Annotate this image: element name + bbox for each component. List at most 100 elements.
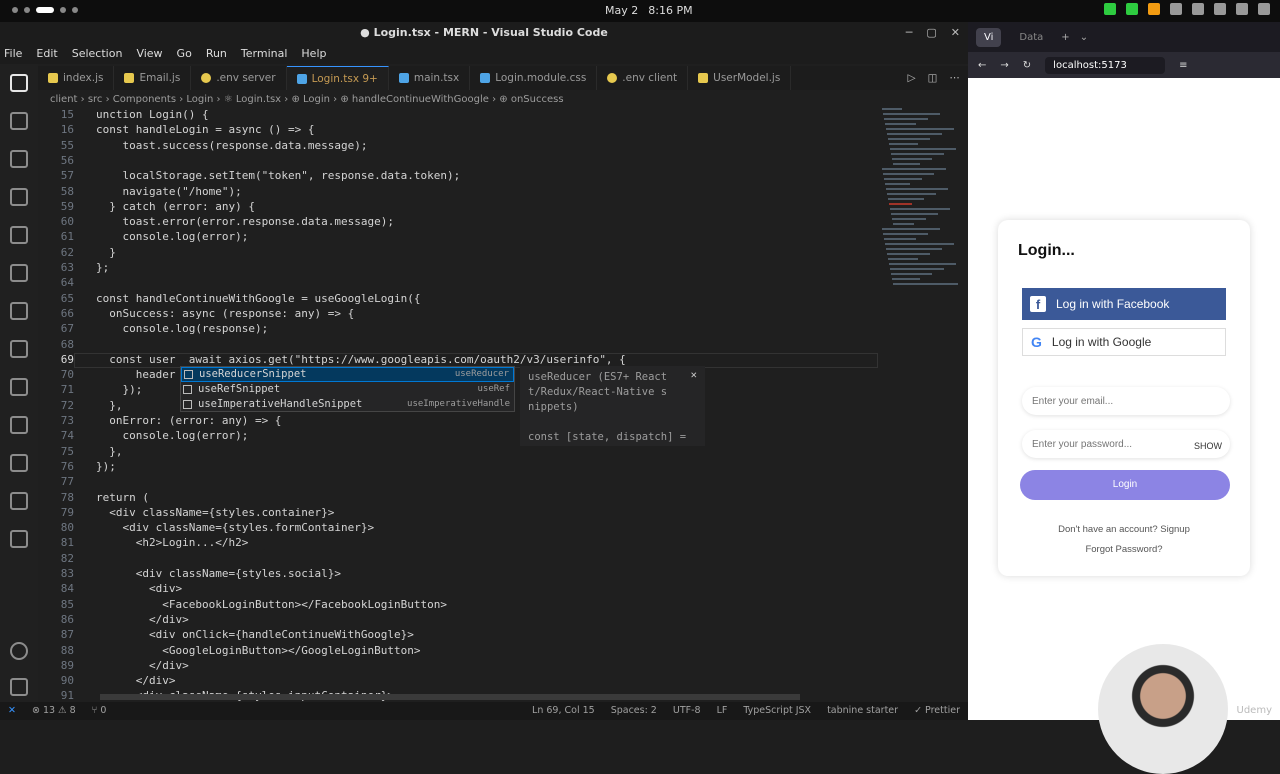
play-icon[interactable] bbox=[10, 492, 28, 510]
split-editor-icon[interactable]: ◫ bbox=[928, 72, 938, 84]
code-line[interactable]: <div> bbox=[96, 582, 182, 595]
minimize-icon[interactable]: ─ bbox=[906, 22, 913, 44]
menu-item[interactable]: Terminal bbox=[241, 44, 288, 64]
line-number[interactable]: 74 bbox=[38, 429, 74, 442]
line-number[interactable]: 69 bbox=[38, 353, 74, 366]
line-number[interactable]: 85 bbox=[38, 598, 74, 611]
line-number[interactable]: 84 bbox=[38, 582, 74, 595]
line-number[interactable]: 67 bbox=[38, 322, 74, 335]
tray-icon[interactable] bbox=[1148, 3, 1160, 15]
code-line[interactable]: } catch (error: any) { bbox=[96, 200, 255, 213]
account-icon[interactable] bbox=[10, 642, 28, 660]
tray-icon[interactable] bbox=[1104, 3, 1116, 15]
remote-indicator[interactable]: ✕ bbox=[0, 702, 24, 720]
code-line[interactable]: <div className={styles.social}> bbox=[96, 567, 341, 580]
line-number[interactable]: 82 bbox=[38, 552, 74, 565]
code-line[interactable]: toast.error(error.response.data.message)… bbox=[96, 215, 394, 228]
line-number[interactable]: 66 bbox=[38, 307, 74, 320]
code-line[interactable]: }; bbox=[96, 261, 109, 274]
line-number[interactable]: 81 bbox=[38, 536, 74, 549]
code-line[interactable]: onError: (error: any) => { bbox=[96, 414, 281, 427]
line-number[interactable]: 76 bbox=[38, 460, 74, 473]
code-line[interactable]: </div> bbox=[96, 659, 189, 672]
line-endings[interactable]: LF bbox=[709, 702, 736, 720]
line-number[interactable]: 63 bbox=[38, 261, 74, 274]
code-line[interactable]: const handleContinueWithGoogle = useGoog… bbox=[96, 292, 421, 305]
prettier-status[interactable]: ✓ Prettier bbox=[906, 702, 968, 720]
cursor-position[interactable]: Ln 69, Col 15 bbox=[524, 702, 603, 720]
network-icon[interactable] bbox=[1170, 3, 1182, 15]
clock[interactable]: May 2 8:16 PM bbox=[605, 4, 693, 17]
code-line[interactable]: header bbox=[96, 368, 176, 381]
ports-count[interactable]: ⑂ 0 bbox=[84, 702, 115, 720]
url-bar[interactable]: localhost:5173 bbox=[1045, 56, 1166, 74]
terminal-icon[interactable] bbox=[10, 530, 28, 548]
menu-item[interactable]: File bbox=[4, 44, 22, 64]
line-number[interactable]: 73 bbox=[38, 414, 74, 427]
line-number[interactable]: 77 bbox=[38, 475, 74, 488]
show-password-toggle[interactable]: SHOW bbox=[1194, 441, 1222, 451]
indentation[interactable]: Spaces: 2 bbox=[603, 702, 665, 720]
code-line[interactable]: <div className={styles.formContainer}> bbox=[96, 521, 374, 534]
facebook-login-button[interactable]: f Log in with Facebook bbox=[1022, 288, 1226, 320]
menu-item[interactable]: Selection bbox=[72, 44, 123, 64]
editor-tab[interactable]: Login.module.css bbox=[470, 66, 598, 90]
code-line[interactable]: return ( bbox=[96, 491, 149, 504]
code-line[interactable]: <FacebookLoginButton></FacebookLoginButt… bbox=[96, 598, 447, 611]
code-line[interactable]: } bbox=[96, 246, 116, 259]
line-number[interactable]: 90 bbox=[38, 674, 74, 687]
code-line[interactable]: </div> bbox=[96, 674, 176, 687]
line-number[interactable]: 71 bbox=[38, 383, 74, 396]
code-line[interactable]: </div> bbox=[96, 613, 189, 626]
line-number[interactable]: 79 bbox=[38, 506, 74, 519]
browser-tab[interactable]: Vi bbox=[976, 27, 1002, 47]
line-number[interactable]: 78 bbox=[38, 491, 74, 504]
reload-icon[interactable]: ↻ bbox=[1023, 60, 1031, 71]
code-line[interactable]: <div onClick={handleContinueWithGoogle}> bbox=[96, 628, 414, 641]
editor-tab[interactable]: .env client bbox=[597, 66, 689, 90]
forward-icon[interactable]: → bbox=[1000, 60, 1008, 71]
battery-icon[interactable] bbox=[1258, 3, 1270, 15]
signup-link[interactable]: Don't have an account? Signup bbox=[998, 524, 1250, 535]
line-number[interactable]: 65 bbox=[38, 292, 74, 305]
code-line[interactable]: const handleLogin = async () => { bbox=[96, 123, 315, 136]
login-button[interactable]: Login bbox=[1020, 470, 1230, 500]
line-number[interactable]: 88 bbox=[38, 644, 74, 657]
line-number[interactable]: 55 bbox=[38, 139, 74, 152]
line-number[interactable]: 62 bbox=[38, 246, 74, 259]
maximize-icon[interactable]: ▢ bbox=[926, 22, 936, 44]
code-line[interactable]: console.log(error); bbox=[96, 230, 248, 243]
line-number[interactable]: 80 bbox=[38, 521, 74, 534]
system-tray[interactable] bbox=[1104, 3, 1270, 15]
suggestion-item[interactable]: useRefSnippet useRef bbox=[181, 382, 514, 397]
source-control-icon[interactable] bbox=[10, 150, 28, 168]
extensions-icon[interactable] bbox=[10, 226, 28, 244]
wifi-icon[interactable] bbox=[1214, 3, 1226, 15]
code-line[interactable]: const user await axios.get("https://www.… bbox=[96, 353, 626, 366]
line-number[interactable]: 58 bbox=[38, 185, 74, 198]
menu-item[interactable]: Edit bbox=[36, 44, 57, 64]
volume-icon[interactable] bbox=[1236, 3, 1248, 15]
remote-explorer-icon[interactable] bbox=[10, 264, 28, 282]
code-line[interactable]: <GoogleLoginButton></GoogleLoginButton> bbox=[96, 644, 420, 657]
suggestion-item[interactable]: useImperativeHandleSnippet useImperativeH… bbox=[181, 397, 514, 412]
menu-icon[interactable]: ≡ bbox=[1179, 60, 1187, 71]
search-icon[interactable] bbox=[10, 112, 28, 130]
settings-gear-icon[interactable] bbox=[10, 678, 28, 696]
editor-tab[interactable]: Login.tsx 9+ bbox=[286, 66, 389, 90]
menu-item[interactable]: Go bbox=[177, 44, 192, 64]
line-number[interactable]: 60 bbox=[38, 215, 74, 228]
testing-icon[interactable] bbox=[10, 302, 28, 320]
line-number[interactable]: 83 bbox=[38, 567, 74, 580]
code-line[interactable]: <div className={styles.container}> bbox=[96, 506, 334, 519]
tabnine-status[interactable]: tabnine starter bbox=[819, 702, 906, 720]
line-number[interactable]: 61 bbox=[38, 230, 74, 243]
more-actions-icon[interactable]: ⋯ bbox=[950, 72, 961, 84]
menu-item[interactable]: View bbox=[136, 44, 162, 64]
code-line[interactable]: <h2>Login...</h2> bbox=[96, 536, 249, 549]
horizontal-scrollbar[interactable] bbox=[100, 694, 800, 700]
grid-icon[interactable] bbox=[10, 454, 28, 472]
forgot-password-link[interactable]: Forgot Password? bbox=[998, 544, 1250, 555]
close-icon[interactable]: ✕ bbox=[951, 22, 960, 44]
code-line[interactable]: unction Login() { bbox=[96, 108, 209, 121]
